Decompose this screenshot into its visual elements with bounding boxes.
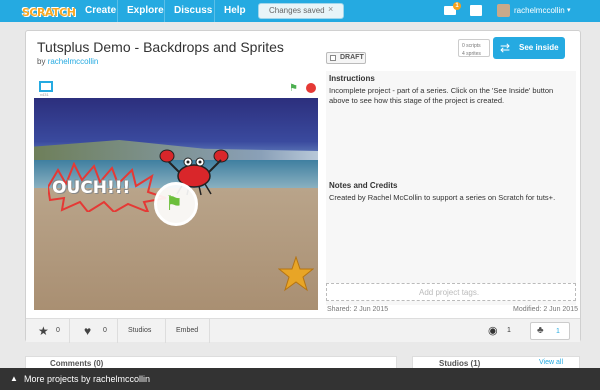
draft-toggle[interactable]: DRAFT bbox=[326, 52, 366, 64]
save-toast-text: Changes saved bbox=[269, 6, 325, 15]
remix-tree-button[interactable]: ♣ 1 bbox=[530, 322, 570, 340]
account-username[interactable]: rachelmccollin bbox=[514, 6, 565, 15]
shared-date: Shared: 2 Jun 2015 bbox=[327, 306, 389, 313]
nav-explore[interactable]: Explore bbox=[127, 5, 164, 16]
project-title[interactable]: Tutsplus Demo - Backdrops and Sprites bbox=[37, 39, 284, 55]
see-inside-label: See inside bbox=[519, 43, 559, 52]
scripts-count: 0 scripts bbox=[462, 43, 481, 49]
notes-text[interactable]: Created by Rachel McCollin to support a … bbox=[329, 193, 569, 202]
nav-help[interactable]: Help bbox=[224, 5, 246, 16]
remix-count: 1 bbox=[556, 328, 560, 335]
project-stage[interactable]: OUCH!!! ⚑ bbox=[34, 98, 318, 310]
favorite-count: 0 bbox=[56, 327, 60, 334]
comments-section-header: Comments (0) bbox=[25, 356, 397, 368]
player-controls: v431 ⚑ bbox=[34, 78, 322, 98]
project-stats: 0 scripts 4 sprites bbox=[458, 39, 490, 57]
nav-create[interactable]: Create bbox=[85, 5, 116, 16]
more-projects-label: More projects by rachelmccollin bbox=[24, 374, 151, 384]
logo-text: SCRATCH bbox=[22, 6, 76, 19]
views-count: 1 bbox=[507, 327, 511, 334]
eye-icon: ◉ bbox=[488, 325, 498, 337]
instructions-text[interactable]: Incomplete project - part of a series. C… bbox=[329, 86, 569, 106]
instructions-heading: Instructions bbox=[329, 74, 375, 83]
project-info-panel: Instructions Incomplete project - part o… bbox=[326, 71, 576, 305]
author-link[interactable]: rachelmccollin bbox=[48, 57, 99, 66]
green-flag-icon[interactable]: ⚑ bbox=[289, 83, 298, 94]
draft-label: DRAFT bbox=[340, 54, 364, 61]
nav-divider bbox=[214, 0, 215, 22]
nav-divider bbox=[117, 0, 118, 22]
top-nav: SCRATCH Create Explore Discuss Help Chan… bbox=[0, 0, 600, 22]
byline: by rachelmccollin bbox=[37, 57, 98, 66]
scratch-logo[interactable]: SCRATCH bbox=[22, 3, 76, 19]
ouch-text: OUCH!!! bbox=[52, 178, 131, 198]
embed-label: Embed bbox=[176, 327, 199, 334]
star-icon: ★ bbox=[38, 324, 49, 338]
stop-icon[interactable] bbox=[306, 83, 316, 93]
messages-badge: 1 bbox=[453, 2, 461, 10]
modified-date: Modified: 2 Jun 2015 bbox=[513, 306, 578, 313]
notes-heading: Notes and Credits bbox=[329, 181, 398, 190]
project-card: Tutsplus Demo - Backdrops and Sprites by… bbox=[25, 30, 581, 343]
fullscreen-icon[interactable] bbox=[39, 81, 53, 92]
more-projects-bar[interactable]: ▲ More projects by rachelmccollin bbox=[0, 368, 600, 390]
sprites-count: 4 sprites bbox=[462, 51, 481, 57]
green-flag-icon[interactable]: ⚑ bbox=[165, 191, 183, 216]
starfish-sprite bbox=[278, 256, 314, 292]
nav-divider bbox=[164, 0, 165, 22]
love-count: 0 bbox=[103, 327, 107, 334]
studios-heading: Studios (1) bbox=[439, 359, 481, 368]
my-stuff-icon[interactable] bbox=[470, 5, 482, 16]
comments-heading: Comments (0) bbox=[50, 359, 104, 368]
chevron-down-icon[interactable]: ▾ bbox=[567, 6, 571, 14]
see-inside-button[interactable]: ⇄ See inside bbox=[493, 37, 565, 59]
studios-section-header: Studios (1) View all bbox=[412, 356, 580, 368]
project-action-bar: ★ 0 ♥ 0 Studios Embed ◉ 1 ♣ 1 bbox=[26, 318, 580, 343]
love-button[interactable]: ♥ 0 bbox=[70, 319, 118, 343]
project-version: v431 bbox=[40, 92, 49, 97]
avatar[interactable] bbox=[497, 4, 510, 17]
view-all-link[interactable]: View all bbox=[539, 359, 563, 366]
embed-button[interactable]: Embed bbox=[166, 319, 210, 343]
heart-icon: ♥ bbox=[84, 324, 92, 338]
tags-input[interactable]: Add project tags. bbox=[326, 283, 576, 301]
close-icon[interactable]: × bbox=[328, 4, 333, 14]
chevron-up-icon: ▲ bbox=[10, 374, 18, 383]
favorite-button[interactable]: ★ 0 bbox=[26, 319, 70, 343]
swap-icon: ⇄ bbox=[500, 41, 511, 55]
studios-button[interactable]: Studios bbox=[118, 319, 166, 343]
nav-discuss[interactable]: Discuss bbox=[174, 5, 212, 16]
studios-label: Studios bbox=[128, 327, 152, 334]
tags-placeholder: Add project tags. bbox=[419, 288, 480, 297]
byline-prefix: by bbox=[37, 57, 46, 66]
draft-checkbox[interactable] bbox=[330, 55, 336, 61]
remix-tree-icon: ♣ bbox=[537, 325, 544, 336]
